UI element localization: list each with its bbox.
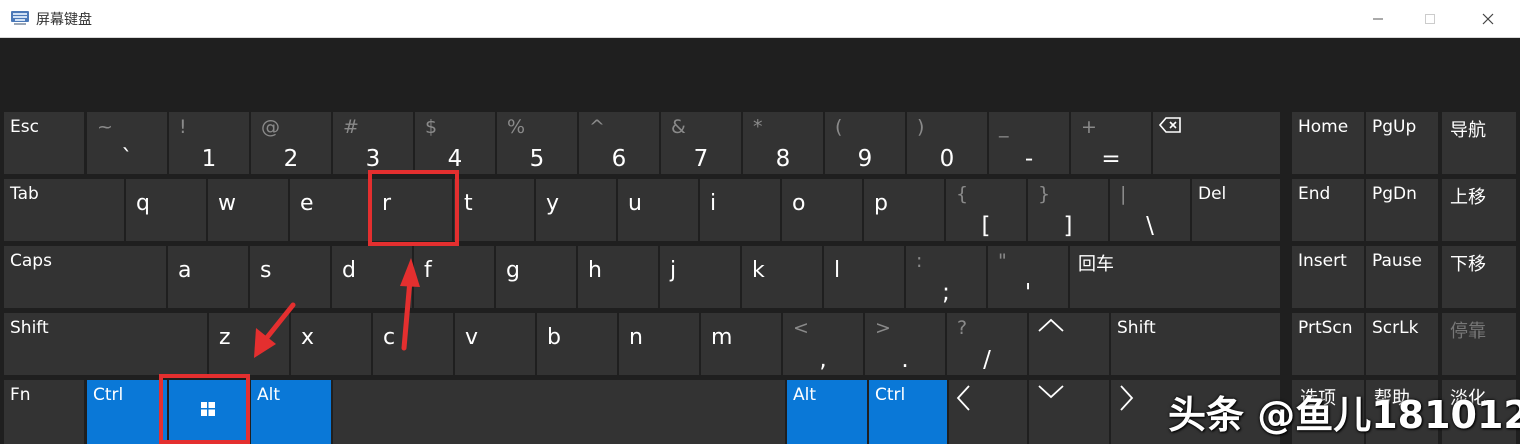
annotation-arrows [254, 258, 420, 358]
watermark: 头条 @鱼儿181012 [1168, 393, 1520, 437]
arrow-to-r-key [400, 258, 420, 351]
arrow-to-windows-key [254, 302, 296, 358]
